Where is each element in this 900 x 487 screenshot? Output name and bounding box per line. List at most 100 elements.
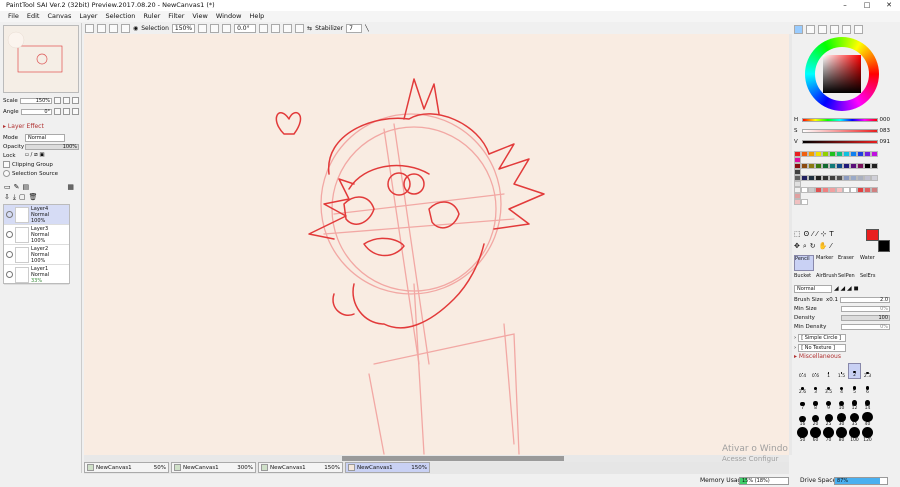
brush-size-cell[interactable]: 2.6: [796, 379, 809, 395]
layer-menu-icon[interactable]: ▦: [67, 183, 74, 191]
selpen-tool[interactable]: SelPen: [838, 273, 858, 283]
selers-tool[interactable]: SelErs: [860, 273, 880, 283]
selection-visibility-icon[interactable]: ◉: [133, 25, 138, 32]
clear-layer-icon[interactable]: ▢: [19, 193, 26, 202]
zoom-out-button[interactable]: [198, 24, 208, 33]
brush-shape-select[interactable]: [ Simple Circle ]: [798, 333, 847, 342]
brush-blend-select[interactable]: Normal: [794, 284, 832, 293]
new-layer-icon[interactable]: ▭: [4, 183, 11, 191]
minimize-button[interactable]: –: [834, 0, 856, 11]
menu-ruler[interactable]: Ruler: [139, 11, 164, 22]
color-swatch[interactable]: [857, 175, 864, 181]
brush-size-cell[interactable]: 60: [809, 427, 822, 443]
brush-size-cell[interactable]: 20: [809, 411, 822, 427]
stabilizer-select[interactable]: 7: [346, 24, 363, 33]
brush-size-cell[interactable]: 16: [796, 411, 809, 427]
brush-size-cell[interactable]: 6: [861, 379, 874, 395]
zoom-in-button[interactable]: [210, 24, 220, 33]
brush-size-cell[interactable]: 120: [861, 427, 874, 443]
brush-size-cell[interactable]: 30: [835, 411, 848, 427]
color-swatch[interactable]: [801, 187, 808, 193]
layer-row-1[interactable]: Layer1 Normal 33%: [4, 265, 69, 285]
invert-selection-button[interactable]: [121, 24, 130, 33]
canvas-tab-2[interactable]: NewCanvas1 300%: [171, 462, 256, 473]
line-tool-icon[interactable]: ╲: [365, 25, 369, 32]
saturation-value-square[interactable]: [823, 55, 861, 93]
brush-size-cell[interactable]: 3: [809, 379, 822, 395]
color-swatch[interactable]: [850, 187, 857, 193]
brush-size-cell[interactable]: 1.5: [835, 363, 848, 379]
merge-down-icon[interactable]: ⤓: [13, 193, 16, 202]
brush-size-cell[interactable]: 80: [835, 427, 848, 443]
eye-icon[interactable]: [6, 271, 13, 278]
menu-canvas[interactable]: Canvas: [43, 11, 75, 22]
brush-size-cell[interactable]: 4: [835, 379, 848, 395]
brush-size-slider[interactable]: 2.0: [840, 296, 890, 303]
angle-plus-button[interactable]: [63, 108, 70, 115]
redo-button[interactable]: [97, 24, 106, 33]
new-linework-icon[interactable]: ✎: [14, 183, 20, 191]
scroll-thumb[interactable]: [342, 456, 564, 461]
brush-size-cell[interactable]: 5: [848, 379, 861, 395]
color-swatch[interactable]: [857, 187, 864, 193]
swatch-grid[interactable]: [794, 151, 882, 205]
menu-file[interactable]: File: [4, 11, 23, 22]
scale-slider[interactable]: 150%: [19, 97, 52, 104]
zoom-icon[interactable]: ⌕: [803, 242, 807, 251]
move-icon[interactable]: ✥: [794, 242, 800, 251]
menu-window[interactable]: Window: [212, 11, 246, 22]
menu-help[interactable]: Help: [245, 11, 268, 22]
color-swatch[interactable]: [808, 187, 815, 193]
rotate-left-button[interactable]: [259, 24, 269, 33]
brush-size-cell[interactable]: 0.4: [796, 363, 809, 379]
color-swatch[interactable]: [836, 151, 843, 157]
layer-effect-header[interactable]: ▸ Layer Effect: [3, 123, 79, 130]
picker-icon[interactable]: ⁄: [816, 230, 817, 238]
layer-row-2[interactable]: Layer2 Normal 100%: [4, 245, 69, 265]
pencil-tool[interactable]: Pencil: [794, 255, 814, 271]
scale-minus-button[interactable]: [54, 97, 61, 104]
color-swatch[interactable]: [871, 151, 878, 157]
density-slider[interactable]: 100: [841, 314, 890, 321]
color-wheel[interactable]: [805, 37, 879, 111]
color-swatch[interactable]: [829, 187, 836, 193]
lasso-icon[interactable]: ʘ: [804, 230, 810, 238]
color-swatch[interactable]: [815, 175, 822, 181]
color-swatch[interactable]: [801, 151, 808, 157]
color-swatch[interactable]: [850, 163, 857, 169]
undo-button[interactable]: [85, 24, 94, 33]
menu-selection[interactable]: Selection: [101, 11, 139, 22]
angle-reset-button[interactable]: [72, 108, 79, 115]
color-swatch[interactable]: [815, 187, 822, 193]
brush-size-multiplier[interactable]: x0.1: [826, 297, 838, 303]
color-swatch[interactable]: [801, 175, 808, 181]
canvas-tab-3[interactable]: NewCanvas1 150%: [258, 462, 343, 473]
opacity-slider[interactable]: 100%: [25, 143, 79, 150]
brush-size-cell[interactable]: 3.5: [822, 379, 835, 395]
eraser-tool[interactable]: Eraser: [838, 255, 858, 271]
new-folder-icon[interactable]: ▤: [23, 183, 30, 191]
color-swatch[interactable]: [871, 187, 878, 193]
color-swatch[interactable]: [850, 175, 857, 181]
zoom-reset-button[interactable]: [222, 24, 232, 33]
close-button[interactable]: ✕: [878, 0, 900, 11]
drawing-canvas[interactable]: [84, 34, 789, 455]
transfer-down-icon[interactable]: ⇩: [4, 193, 10, 202]
canvas-tab-4[interactable]: NewCanvas1 150%: [345, 462, 430, 473]
menu-filter[interactable]: Filter: [164, 11, 188, 22]
scale-reset-button[interactable]: [72, 97, 79, 104]
menu-layer[interactable]: Layer: [75, 11, 101, 22]
rotate-icon[interactable]: ↻: [810, 242, 816, 251]
brush-size-cell[interactable]: 8: [809, 395, 822, 411]
color-swatch[interactable]: [843, 187, 850, 193]
color-swatch[interactable]: [822, 163, 829, 169]
color-swatch[interactable]: [864, 187, 871, 193]
brush-size-cell[interactable]: 9: [822, 395, 835, 411]
color-swatch[interactable]: [822, 175, 829, 181]
color-swatch[interactable]: [836, 187, 843, 193]
brush-size-cell[interactable]: 10: [835, 395, 848, 411]
color-swatch[interactable]: [815, 151, 822, 157]
text-tool-icon[interactable]: T: [829, 230, 833, 238]
scale-plus-button[interactable]: [63, 97, 70, 104]
color-swatch[interactable]: [815, 163, 822, 169]
